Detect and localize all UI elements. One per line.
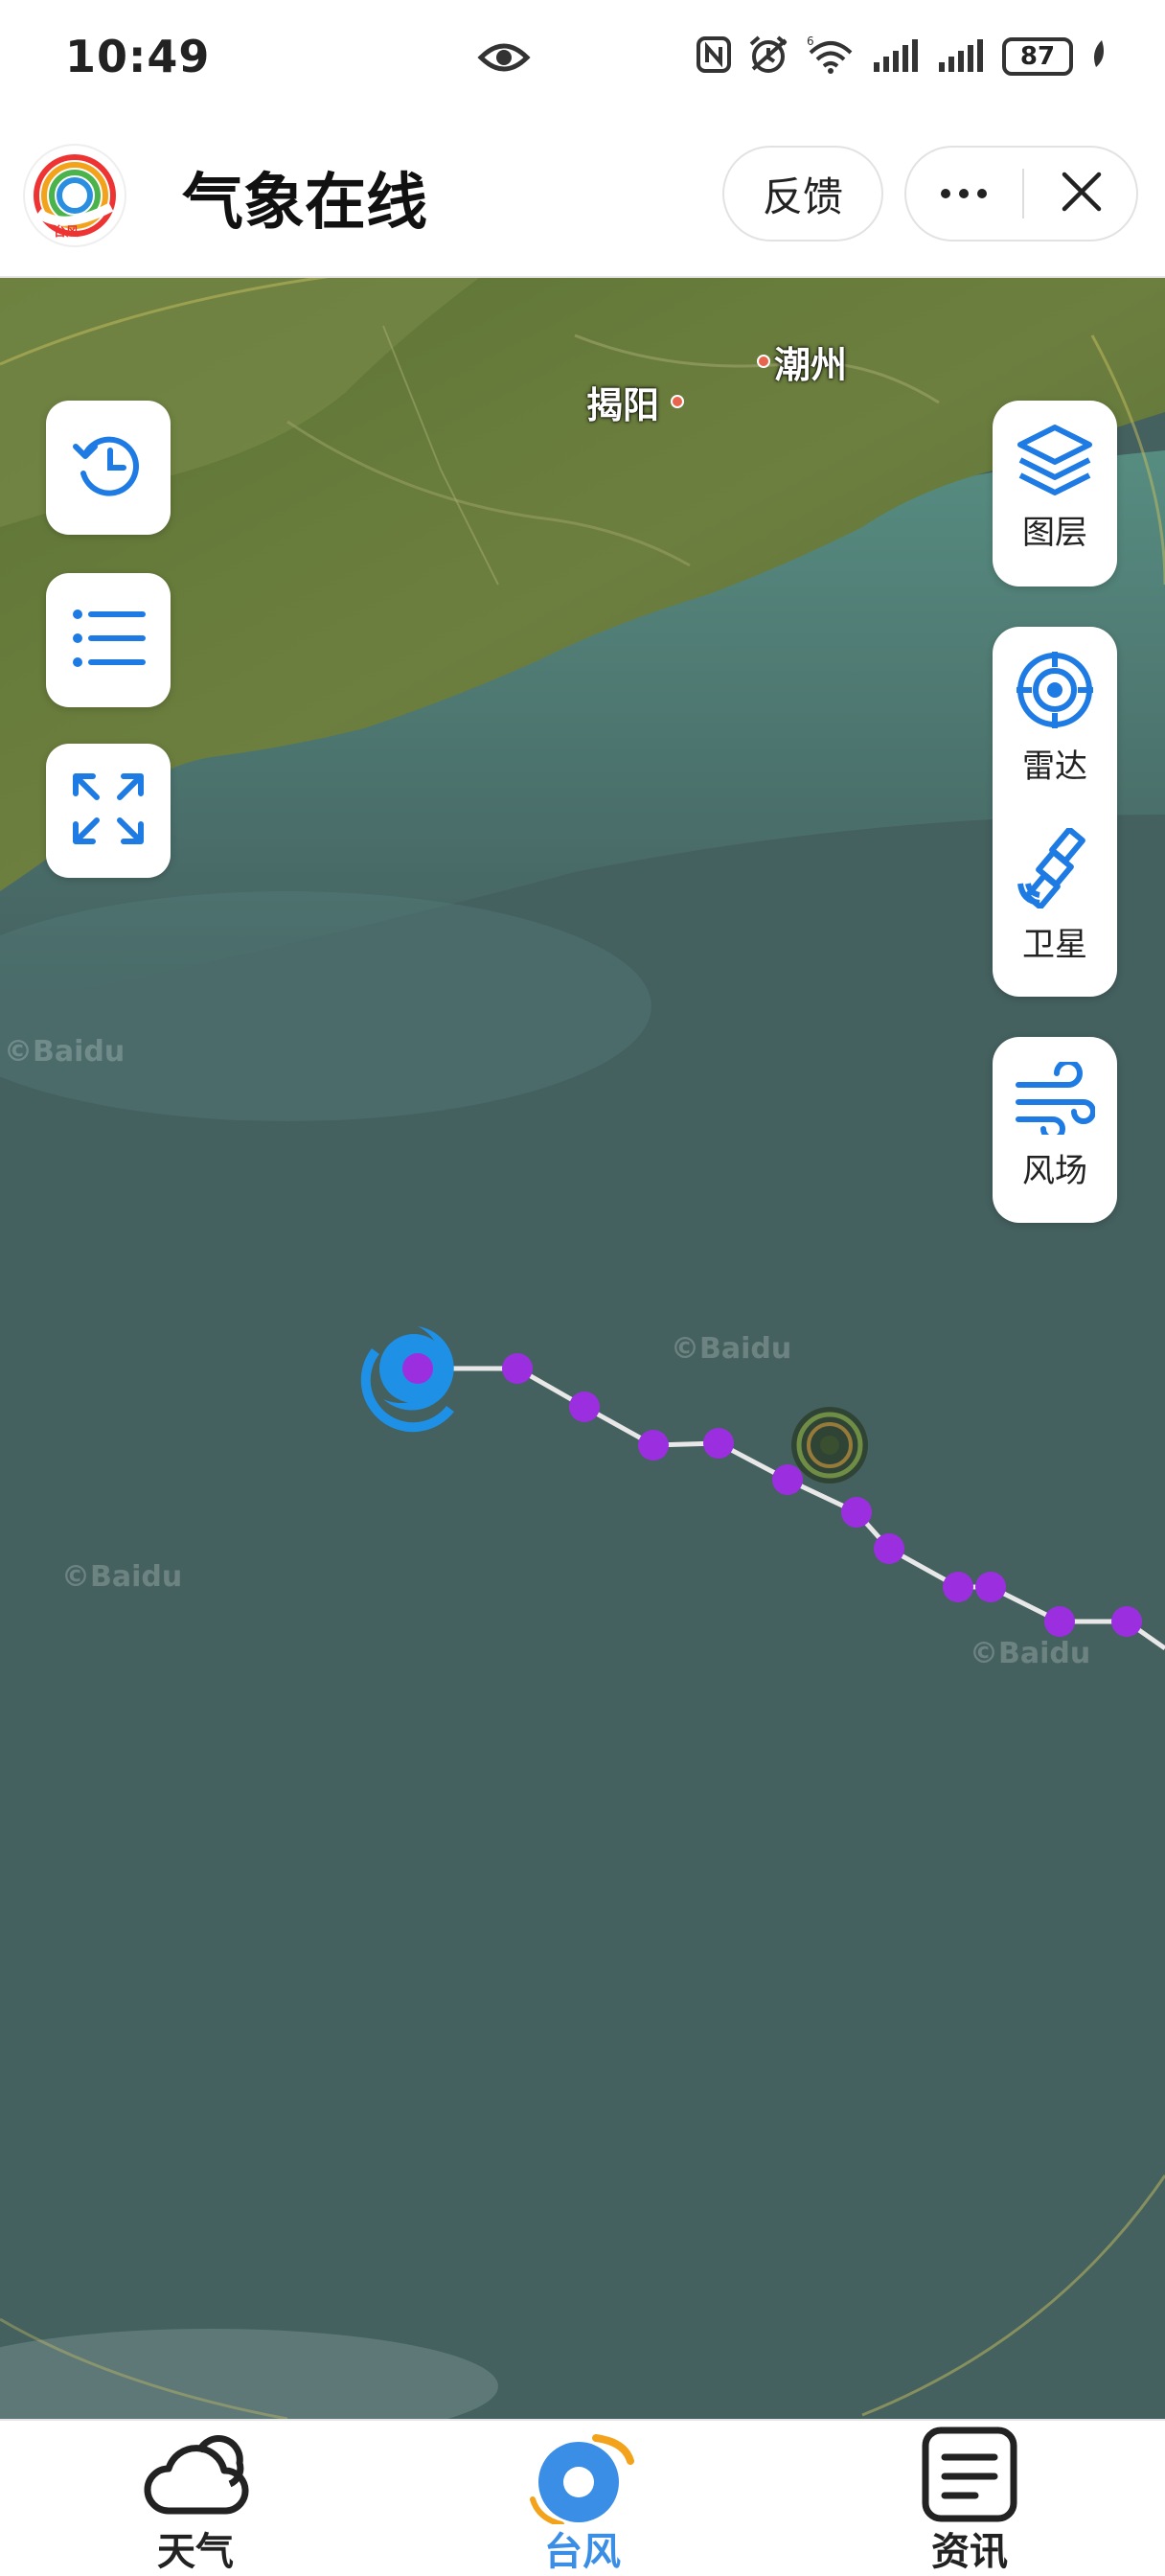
- cloud-icon: [144, 2430, 249, 2526]
- city-label-jieyang: 揭阳: [586, 384, 660, 426]
- track-point[interactable]: [1111, 1606, 1142, 1637]
- news-icon: [920, 2426, 1019, 2526]
- close-icon: [1061, 171, 1103, 217]
- history-button[interactable]: [46, 401, 171, 535]
- city-label-chaozhou: 潮州: [774, 344, 848, 386]
- list-icon: [70, 605, 147, 676]
- close-button[interactable]: [1025, 148, 1138, 240]
- alarm-icon: [747, 34, 789, 79]
- city-marker: [671, 395, 684, 408]
- radar-label: 雷达: [1022, 748, 1087, 786]
- svg-text:台风: 台风: [54, 224, 79, 240]
- nfc-icon: [696, 35, 732, 78]
- wind-panel: 风场: [993, 1037, 1117, 1223]
- more-button[interactable]: [906, 148, 1021, 240]
- eye-icon: [477, 38, 531, 80]
- map-watermark: ©Baidu: [671, 1332, 792, 1366]
- track-point[interactable]: [569, 1392, 600, 1422]
- tab-news[interactable]: 资讯: [855, 2421, 1085, 2576]
- app-logo: 台风: [25, 146, 125, 245]
- radar-button[interactable]: 雷达: [993, 650, 1117, 787]
- typhoon-map[interactable]: 潮州 揭阳 ©Baidu ©Baidu ©Baidu ©Baidu 图层 雷达 …: [0, 278, 1165, 2419]
- track-point[interactable]: [703, 1428, 734, 1459]
- layers-button[interactable]: 图层: [993, 424, 1117, 553]
- battery-icon: 87: [1002, 37, 1073, 76]
- page-title: 气象在线: [182, 168, 427, 239]
- track-point[interactable]: [841, 1497, 872, 1528]
- map-watermark: ©Baidu: [4, 1035, 126, 1069]
- track-point[interactable]: [874, 1533, 904, 1564]
- satellite-label: 卫星: [1022, 926, 1087, 964]
- city-marker: [757, 355, 770, 368]
- tab-label: 台风: [544, 2530, 621, 2574]
- track-point[interactable]: [1044, 1606, 1075, 1637]
- wifi-6-icon: 6: [805, 34, 857, 78]
- tab-label: 资讯: [931, 2530, 1008, 2574]
- map-watermark: ©Baidu: [970, 1637, 1091, 1670]
- tab-weather[interactable]: 天气: [80, 2421, 310, 2576]
- list-button[interactable]: [46, 573, 171, 707]
- wind-label: 风场: [1022, 1152, 1087, 1190]
- storm-cloud-icon: [791, 1407, 868, 1484]
- fullscreen-icon: [70, 770, 147, 851]
- layers-icon: [1017, 425, 1093, 500]
- typhoon-icon: [529, 2432, 634, 2528]
- radar-satellite-panel: 雷达 卫星: [993, 627, 1117, 997]
- status-time: 10:49: [65, 31, 211, 82]
- track-point[interactable]: [502, 1353, 533, 1384]
- radar-icon: [1015, 652, 1095, 734]
- tab-typhoon[interactable]: 台风: [468, 2421, 697, 2576]
- track-point[interactable]: [943, 1572, 973, 1602]
- signal-icon: [937, 37, 987, 76]
- satellite-button[interactable]: 卫星: [993, 826, 1117, 965]
- signal-icon: [872, 37, 922, 76]
- history-icon: [70, 427, 147, 508]
- map-background: [0, 278, 1165, 2419]
- track-point[interactable]: [638, 1430, 669, 1460]
- status-bar: 10:49 6 87: [0, 0, 1165, 115]
- layers-label: 图层: [1022, 514, 1087, 552]
- status-icons: 6 87: [696, 34, 1109, 79]
- fullscreen-button[interactable]: [46, 744, 171, 878]
- wind-button[interactable]: 风场: [993, 1059, 1117, 1191]
- layers-panel: 图层: [993, 401, 1117, 586]
- capsule-divider: [1022, 169, 1024, 218]
- bottom-tab-bar: 天气 台风 资讯: [0, 2419, 1165, 2576]
- leaf-icon: [1088, 38, 1109, 75]
- map-watermark: ©Baidu: [61, 1560, 183, 1594]
- mini-program-capsule: [904, 146, 1138, 242]
- app-header: 台风 气象在线 反馈: [0, 115, 1165, 278]
- track-point[interactable]: [975, 1572, 1006, 1602]
- tab-label: 天气: [157, 2530, 234, 2574]
- more-icon: [940, 185, 988, 203]
- satellite-icon: [1015, 826, 1095, 912]
- track-point[interactable]: [772, 1464, 803, 1495]
- svg-text:6: 6: [807, 35, 814, 48]
- wind-icon: [1015, 1059, 1096, 1141]
- feedback-button[interactable]: 反馈: [722, 146, 883, 242]
